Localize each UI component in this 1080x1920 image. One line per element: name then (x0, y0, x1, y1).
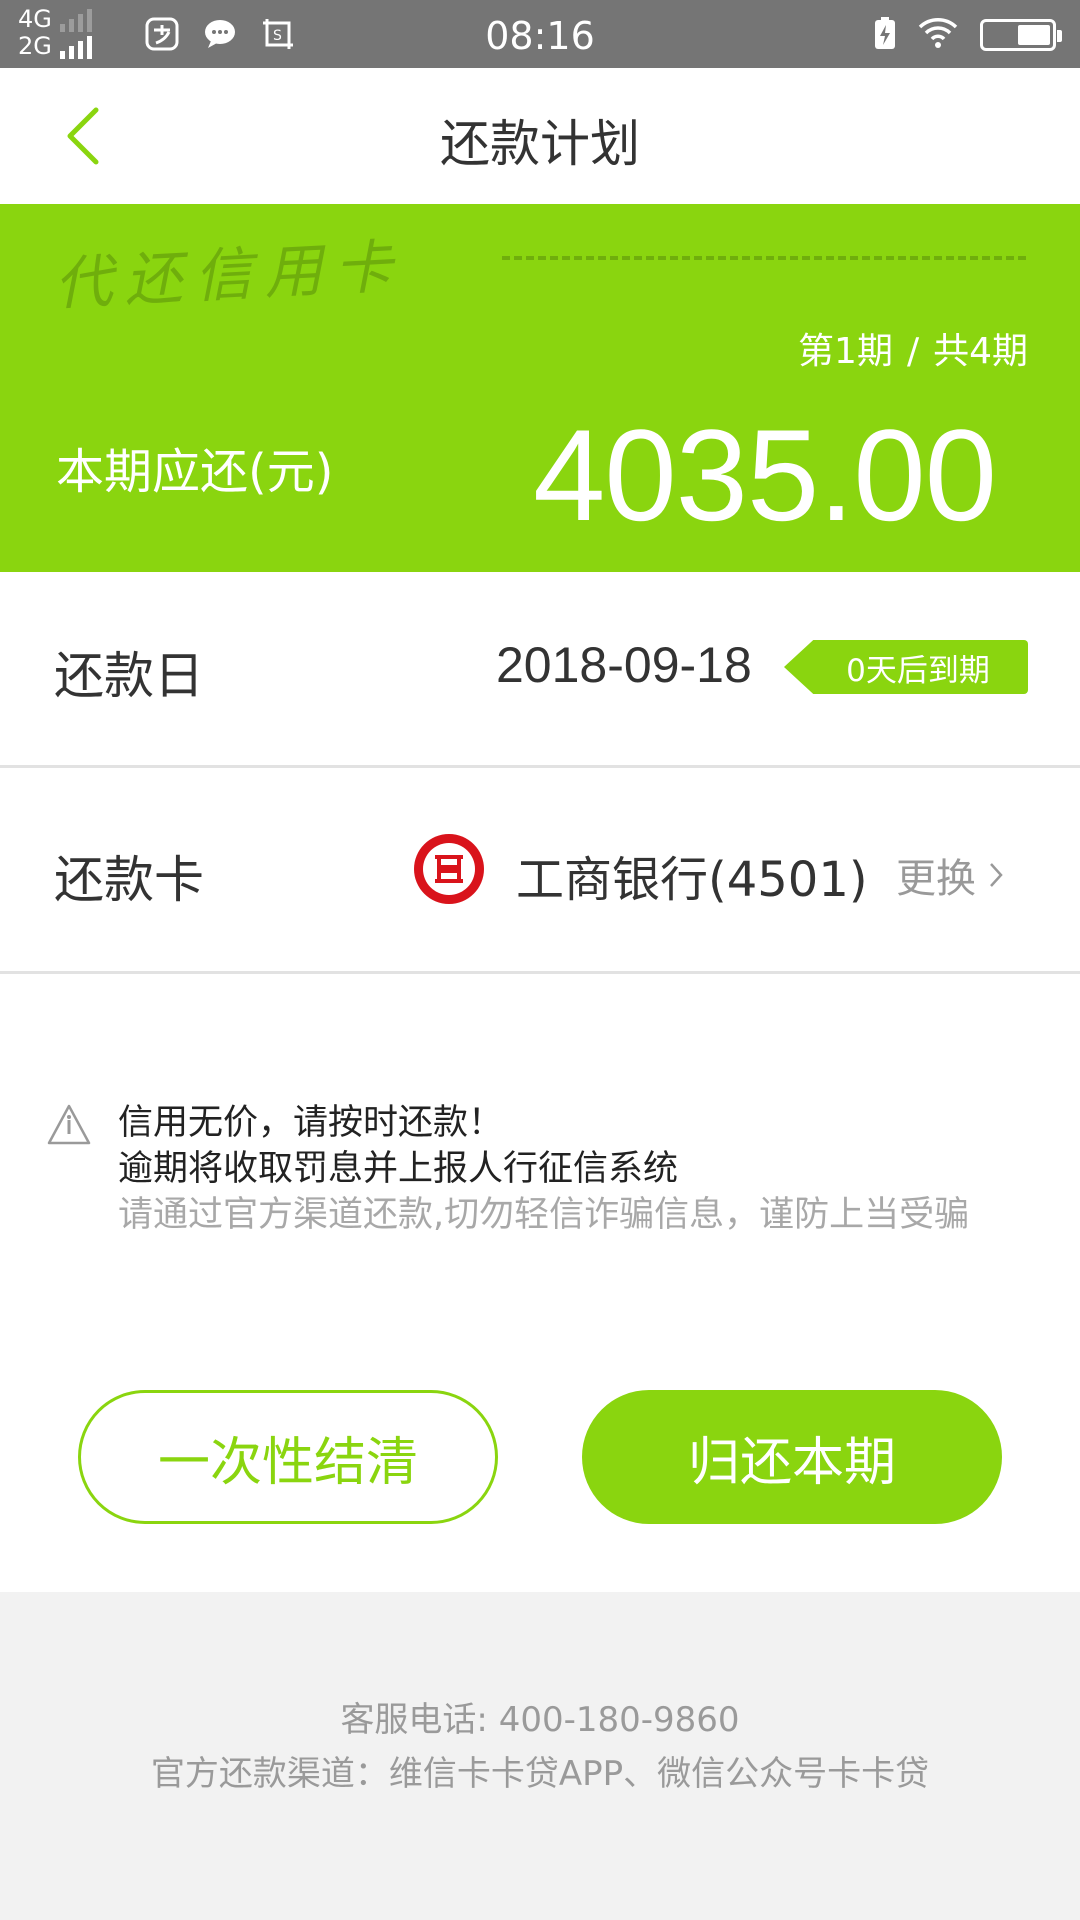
footer: 客服电话: 400-180-9860 官方还款渠道：维信卡卡贷APP、微信公众号… (0, 1592, 1080, 1920)
change-card-button[interactable]: 更换 (896, 846, 1004, 904)
due-countdown-badge: 0天后到期 (784, 640, 1028, 694)
official-channels: 官方还款渠道：维信卡卡贷APP、微信公众号卡卡贷 (150, 1754, 930, 1794)
icbc-logo-icon (414, 834, 484, 904)
change-card-label: 更换 (896, 856, 976, 902)
period-total: 共4期 (933, 331, 1028, 372)
period-current: 第1期 (798, 331, 893, 372)
page-title: 还款计划 (440, 115, 640, 173)
settle-all-button[interactable]: 一次性结清 (78, 1390, 498, 1524)
repay-date-label: 还款日 (54, 647, 204, 705)
notice-line-2: 逾期将收取罚息并上报人行征信系统 (118, 1149, 679, 1189)
notice-line-3: 请通过官方渠道还款,切勿轻信诈骗信息，谨防上当受骗 (118, 1195, 970, 1235)
repay-card-label: 还款卡 (54, 851, 204, 909)
notice-text: 信用无价，请按时还款！ 逾期将收取罚息并上报人行征信系统 请通过官方渠道还款,切… (118, 1100, 1078, 1238)
charging-icon (874, 16, 896, 54)
period-indicator: 第1期 / 共4期 (798, 322, 1028, 374)
due-amount-label: 本期应还(元) (56, 444, 334, 500)
wifi-icon (918, 17, 958, 53)
repay-card-row[interactable]: 还款卡 工商银行(4501) 更换 (0, 768, 1080, 974)
due-amount: 4035.00 (533, 402, 997, 548)
due-countdown-text: 0天后到期 (846, 652, 990, 689)
repay-date-row: 还款日 2018-09-18 0天后到期 (0, 572, 1080, 768)
decorative-divider (502, 256, 1026, 260)
brand-logo: 代还信用卡 (52, 231, 406, 319)
chevron-right-icon (990, 863, 1003, 887)
notice-line-1: 信用无价，请按时还款！ (118, 1103, 504, 1143)
repay-date-value: 2018-09-18 (496, 637, 752, 693)
repay-current-button[interactable]: 归还本期 (582, 1390, 1002, 1524)
battery-icon (980, 19, 1062, 51)
status-bar: 4G 2G S 08:16 (0, 0, 1080, 68)
nav-bar: 还款计划 (0, 68, 1080, 204)
repayment-summary-banner: 代还信用卡 第1期 / 共4期 本期应还(元) 4035.00 (0, 204, 1080, 572)
bank-card-name: 工商银行(4501) (516, 852, 868, 908)
service-phone: 客服电话: 400-180-9860 (340, 1700, 740, 1740)
warning-icon (47, 1104, 91, 1145)
system-icons (874, 16, 1062, 54)
period-separator: / (906, 331, 920, 372)
